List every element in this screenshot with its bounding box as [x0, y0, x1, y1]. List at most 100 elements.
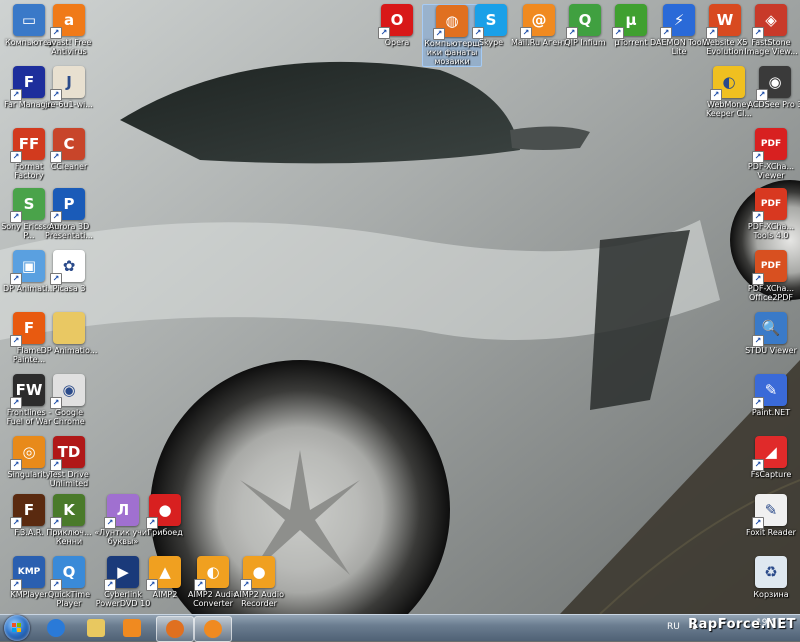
- desktop-icon-avast[interactable]: a ↗ avast! Free Antivirus: [40, 4, 98, 56]
- desktop-icon-label: PDF-XCha... Tools 4.0: [747, 222, 795, 240]
- webmoney-icon: ◐ ↗: [710, 66, 745, 101]
- desktop-icon-picasa[interactable]: ✿ ↗ Picasa 3: [40, 250, 98, 293]
- desktop-icon-aurora[interactable]: P ↗ Aurora 3D Presentati...: [40, 188, 98, 240]
- desktop-icon-ccleaner[interactable]: C ↗ CCleaner: [40, 128, 98, 171]
- desktop-icon-quicktime[interactable]: Q ↗ QuickTime Player: [40, 556, 98, 608]
- desktop-icon-label: Picasa 3: [52, 284, 86, 293]
- test-drive-icon: TD ↗: [50, 436, 85, 471]
- desktop-icon-label: avast! Free Antivirus: [46, 38, 92, 56]
- desktop-icon-label: ACDSee Pro 3: [747, 100, 800, 109]
- media-player-icon: [123, 619, 141, 637]
- desktop-icon-foxit[interactable]: ✎ ↗ Foxit Reader: [742, 494, 800, 537]
- firefox-icon: [166, 620, 184, 638]
- shortcut-arrow-icon: ↗: [50, 211, 62, 223]
- desktop-icon-label: AIMP2 Audio Recorder: [234, 590, 284, 608]
- windows-logo-icon: [12, 623, 22, 633]
- desktop-icon-testdrive[interactable]: TD ↗ Test Drive Unlimited: [40, 436, 98, 488]
- pdf-xchange-tools-icon: PDF ↗: [752, 188, 787, 223]
- shortcut-arrow-icon: ↗: [752, 273, 764, 285]
- desktop-icon-griboed[interactable]: ● ↗ Грибоед: [136, 494, 194, 537]
- desktop-icon-label: DP Animatio...: [40, 346, 98, 355]
- shortcut-arrow-icon: ↗: [752, 517, 764, 529]
- desktop-icon-label: Opera: [384, 38, 410, 47]
- shortcut-arrow-icon: ↗: [10, 579, 22, 591]
- shortcut-arrow-icon: ↗: [10, 273, 22, 285]
- desktop-icon-label: FsCapture: [750, 470, 792, 479]
- taskbar-button-mailru[interactable]: [194, 616, 232, 642]
- mailru-agent-icon: @ ↗: [520, 4, 555, 39]
- picasa-icon: ✿ ↗: [50, 250, 85, 285]
- aimp-recorder-icon: ● ↗: [240, 556, 275, 591]
- ccleaner-icon: C ↗: [50, 128, 85, 163]
- desktop-icon-label: QuickTime Player: [47, 590, 91, 608]
- shortcut-arrow-icon: ↗: [433, 28, 445, 40]
- language-indicator[interactable]: RU: [667, 622, 680, 632]
- desktop-icon-label: STDU Viewer: [745, 346, 797, 355]
- shortcut-arrow-icon: ↗: [50, 273, 62, 285]
- website-x5-icon: W ↗: [706, 4, 741, 39]
- desktop-icon-recycle[interactable]: ♻ Корзина: [742, 556, 800, 599]
- shortcut-arrow-icon: ↗: [146, 579, 158, 591]
- paint-net-icon: ✎ ↗: [752, 374, 787, 409]
- desktop-icon-chrome[interactable]: ◉ ↗ Google Chrome: [40, 374, 98, 426]
- shortcut-arrow-icon: ↗: [710, 89, 722, 101]
- shortcut-arrow-icon: ↗: [566, 27, 578, 39]
- desktop-icon-stdu[interactable]: 🔍 ↗ STDU Viewer: [742, 312, 800, 355]
- desktop-icon-paintnet[interactable]: ✎ ↗ Paint.NET: [742, 374, 800, 417]
- shortcut-arrow-icon: ↗: [10, 89, 22, 101]
- pdf-xchange-office-icon: PDF ↗: [752, 250, 787, 285]
- shortcut-arrow-icon: ↗: [472, 27, 484, 39]
- shortcut-arrow-icon: ↗: [752, 335, 764, 347]
- desktop-icon-opera[interactable]: O ↗ Opera: [368, 4, 426, 47]
- avast-icon: a ↗: [50, 4, 85, 39]
- desktop-icon-label: PDF-XCha... Viewer: [747, 162, 795, 180]
- desktop-icon-dp2[interactable]: DP Animatio...: [40, 312, 98, 355]
- luntik-icon: Л ↗: [104, 494, 139, 529]
- desktop-icon-pdfviewer[interactable]: PDF ↗ PDF-XCha... Viewer: [742, 128, 800, 180]
- aimp-icon: ▲ ↗: [146, 556, 181, 591]
- shortcut-arrow-icon: ↗: [50, 459, 62, 471]
- shortcut-arrow-icon: ↗: [612, 27, 624, 39]
- desktop-icon-acdsee[interactable]: ◉ ↗ ACDSee Pro 3: [746, 66, 800, 109]
- faststone-icon: ◈ ↗: [752, 4, 787, 39]
- shortcut-arrow-icon: ↗: [50, 397, 62, 409]
- shortcut-arrow-icon: ↗: [752, 459, 764, 471]
- stdu-viewer-icon: 🔍 ↗: [752, 312, 787, 347]
- taskbar-button-firefox[interactable]: [156, 616, 194, 642]
- desktop-icon-faststone[interactable]: ◈ ↗ FastStone Image View...: [742, 4, 800, 56]
- shortcut-arrow-icon: ↗: [10, 397, 22, 409]
- taskbar-button-wmp[interactable]: [114, 616, 150, 640]
- powerdvd-icon: ▶ ↗: [104, 556, 139, 591]
- start-button[interactable]: [4, 615, 30, 641]
- pdf-xchange-viewer-icon: PDF ↗: [752, 128, 787, 163]
- foxit-reader-icon: ✎ ↗: [752, 494, 787, 529]
- shortcut-arrow-icon: ↗: [50, 151, 62, 163]
- taskbar-button-ie[interactable]: [38, 616, 74, 640]
- desktop-icon-label: jre-6u1-wi...: [45, 100, 93, 109]
- shortcut-arrow-icon: ↗: [10, 517, 22, 529]
- desktop-icon-fscapture[interactable]: ◢ ↗ FsCapture: [742, 436, 800, 479]
- aimp-converter-icon: ◐ ↗: [194, 556, 229, 591]
- desktop-icon-label: Приключ... Кенни: [46, 528, 92, 546]
- daemon-tools-icon: ⚡ ↗: [660, 4, 695, 39]
- desktop-icon-label: PDF-XCha... Office2PDF: [747, 284, 795, 302]
- fscapture-icon: ◢ ↗: [752, 436, 787, 471]
- aurora-3d-icon: P ↗: [50, 188, 85, 223]
- acdsee-icon: ◉ ↗: [756, 66, 791, 101]
- chrome-icon: ◉ ↗: [50, 374, 85, 409]
- desktop-icon-jre[interactable]: J ↗ jre-6u1-wi...: [40, 66, 98, 109]
- shortcut-arrow-icon: ↗: [146, 517, 158, 529]
- shortcut-arrow-icon: ↗: [752, 27, 764, 39]
- desktop-icon-aimp2rec[interactable]: ● ↗ AIMP2 Audio Recorder: [230, 556, 288, 608]
- utorrent-icon: µ ↗: [612, 4, 647, 39]
- shortcut-arrow-icon: ↗: [10, 335, 22, 347]
- shortcut-arrow-icon: ↗: [752, 211, 764, 223]
- desktop-icon-pdfoffice[interactable]: PDF ↗ PDF-XCha... Office2PDF: [742, 250, 800, 302]
- taskbar-button-explorer[interactable]: [78, 616, 114, 640]
- shortcut-arrow-icon: ↗: [378, 27, 390, 39]
- desktop-icon-pdftools[interactable]: PDF ↗ PDF-XCha... Tools 4.0: [742, 188, 800, 240]
- watermark-text: RapForce.NET: [688, 617, 796, 632]
- shortcut-arrow-icon: ↗: [50, 27, 62, 39]
- desktop-icon-kenny[interactable]: K ↗ Приключ... Кенни: [40, 494, 98, 546]
- desktop-icon-label: Корзина: [753, 590, 789, 599]
